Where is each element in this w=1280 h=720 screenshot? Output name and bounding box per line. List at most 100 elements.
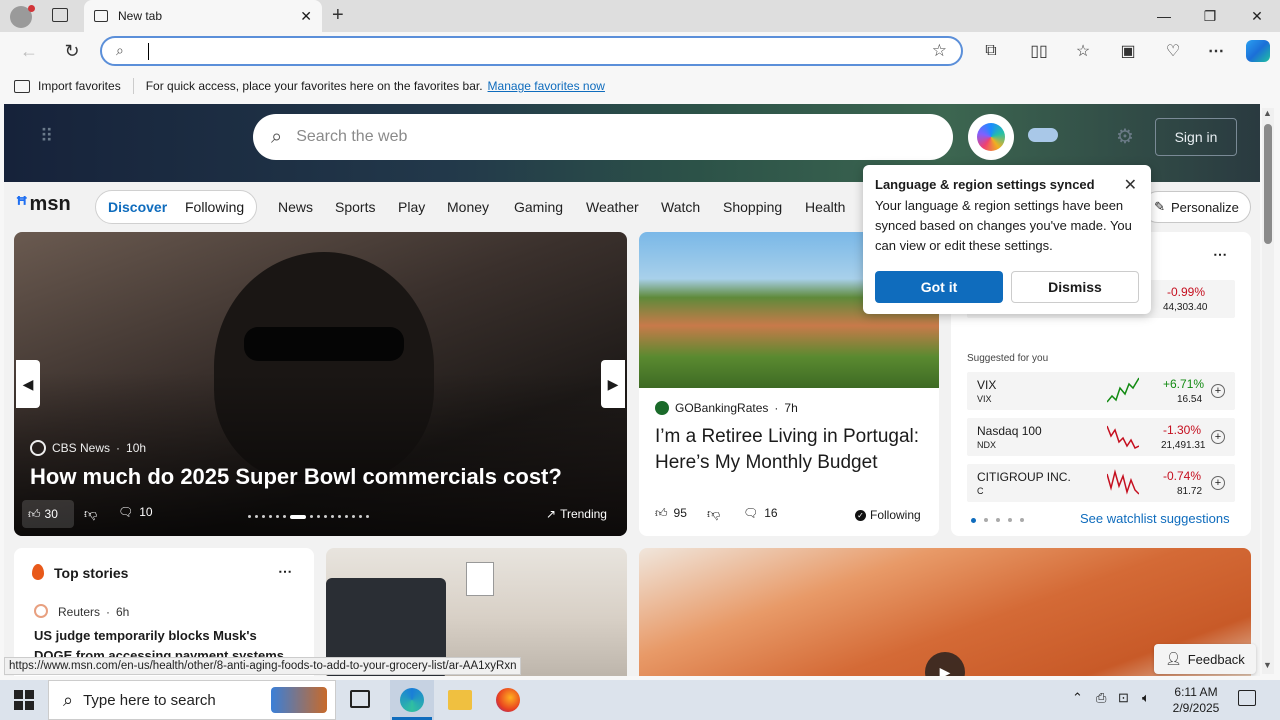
windows-start-icon[interactable] — [14, 690, 34, 710]
stock-change: +6.71% — [1163, 377, 1205, 391]
import-favorites-button[interactable]: Import favorites — [38, 79, 121, 93]
stock-row-vix[interactable]: VIX VIX +6.71% 16.54 + — [967, 372, 1235, 410]
nav-play[interactable]: Play — [398, 199, 425, 215]
notifications-icon[interactable] — [1238, 690, 1256, 706]
favbar-hint: For quick access, place your favorites h… — [145, 79, 483, 93]
close-window-button[interactable]: ✕ — [1234, 0, 1280, 32]
taskbar-search-box[interactable]: ⌕ Type here to search — [48, 680, 336, 720]
add-stock-icon[interactable]: + — [1211, 430, 1225, 444]
add-stock-icon[interactable]: + — [1211, 476, 1225, 490]
sign-in-button[interactable]: Sign in — [1155, 118, 1237, 156]
watchlist-more-icon[interactable]: ⋯ — [1213, 246, 1227, 263]
file-explorer-icon[interactable] — [448, 690, 472, 710]
minimize-button[interactable]: — — [1141, 0, 1187, 32]
scroll-down-icon[interactable]: ▼ — [1263, 660, 1272, 670]
network-icon[interactable]: ⊡ — [1118, 690, 1129, 706]
hero-source: CBS News — [52, 441, 111, 455]
page-settings-gear-icon[interactable]: ⚙ — [1116, 124, 1134, 149]
play-video-icon[interactable]: ▶ — [925, 652, 965, 676]
got-it-button[interactable]: Got it — [875, 271, 1003, 303]
article2-comment-button[interactable]: 🗨︎ 16 — [743, 506, 778, 520]
browser-essentials-icon[interactable]: ♡ — [1160, 40, 1186, 62]
carousel-dots[interactable] — [248, 515, 398, 519]
edge-icon — [400, 688, 424, 712]
restore-button[interactable]: ❐ — [1187, 0, 1233, 32]
article2-like-button[interactable]: 👍︎ 95 — [655, 506, 687, 521]
watchlist-pager[interactable] — [971, 518, 1024, 523]
carousel-prev-button[interactable]: ◀ — [16, 360, 40, 408]
carousel-next-button[interactable]: ▶ — [601, 360, 625, 408]
stock-change: -1.30% — [1163, 423, 1202, 437]
address-bar[interactable]: ⌕ ☆ — [100, 36, 963, 66]
page-scrollbar[interactable]: ▲ ▼ — [1262, 108, 1274, 674]
nav-news[interactable]: News — [278, 199, 313, 215]
feedback-icon: 👤︎ — [1165, 651, 1182, 666]
active-tab[interactable]: New tab ✕ — [84, 0, 322, 32]
extensions-icon[interactable]: ⧉ — [978, 40, 1004, 62]
hero-title[interactable]: How much do 2025 Super Bowl commercials … — [30, 464, 562, 490]
favorite-star-icon[interactable]: ☆ — [932, 41, 947, 61]
taskbar-clock[interactable]: 6:11 AM 2/9/2025 — [1168, 684, 1224, 716]
cbs-logo-icon — [30, 440, 46, 456]
manage-favorites-link[interactable]: Manage favorites now — [488, 79, 605, 93]
hero-likes: 30 — [44, 507, 58, 521]
nav-watch[interactable]: Watch — [661, 199, 700, 215]
stock-name: VIX — [977, 378, 997, 392]
add-stock-icon[interactable]: + — [1211, 384, 1225, 398]
nav-gaming[interactable]: Gaming — [514, 199, 563, 215]
copilot-search-button[interactable] — [968, 114, 1014, 160]
tab-following[interactable]: Following — [185, 199, 244, 215]
tab-actions-icon[interactable] — [52, 8, 68, 22]
nav-shopping[interactable]: Shopping — [723, 199, 782, 215]
tray-device-icon[interactable]: ⎙ — [1096, 690, 1106, 706]
personalize-button[interactable]: ✎ Personalize — [1142, 191, 1251, 223]
see-watchlist-link[interactable]: See watchlist suggestions — [1080, 511, 1230, 526]
scrollbar-thumb[interactable] — [1264, 124, 1272, 244]
web-search-box[interactable]: ⌕ Search the web — [253, 114, 953, 160]
thumbs-down-icon[interactable]: 👎︎ — [84, 506, 97, 522]
new-tab-page-icon — [94, 10, 108, 22]
stock-name: CITIGROUP INC. — [977, 470, 1071, 484]
nav-health[interactable]: Health — [805, 199, 845, 215]
article2-title[interactable]: I’m a Retiree Living in Portugal: Here’s… — [655, 424, 931, 476]
feedback-button[interactable]: 👤︎ Feedback — [1154, 644, 1256, 674]
following-badge[interactable]: ✓ Following — [855, 508, 921, 522]
collections-icon[interactable]: ▣ — [1115, 40, 1141, 62]
article2-source: GOBankingRates — [675, 401, 769, 415]
volume-icon[interactable]: 🔈︎ — [1142, 690, 1150, 706]
taskbar-edge-button[interactable] — [390, 680, 434, 720]
scroll-up-icon[interactable]: ▲ — [1263, 108, 1272, 118]
copilot-icon[interactable] — [1246, 40, 1270, 62]
hero-like-button[interactable]: 👍︎ 30 — [22, 500, 74, 528]
thumbs-down-icon[interactable]: 👎︎ — [707, 506, 720, 522]
stock-ticker: VIX — [977, 394, 992, 404]
msn-logo[interactable]: ꟸ msn — [16, 192, 71, 217]
settings-more-icon[interactable]: ⋯ — [1203, 40, 1229, 62]
back-icon[interactable]: ← — [16, 40, 42, 62]
tab-discover[interactable]: Discover — [108, 199, 167, 215]
task-view-icon[interactable] — [350, 690, 370, 708]
new-tab-button[interactable]: + — [332, 4, 344, 27]
favorites-icon[interactable]: ☆ — [1070, 40, 1096, 62]
split-screen-icon[interactable]: ▯▯ — [1026, 40, 1052, 62]
stock-row-ndx[interactable]: Nasdaq 100 NDX -1.30% 21,491.31 + — [967, 418, 1235, 456]
nav-sports[interactable]: Sports — [335, 199, 375, 215]
nav-money[interactable]: Money — [447, 199, 489, 215]
nav-weather[interactable]: Weather — [586, 199, 639, 215]
tray-chevron-icon[interactable]: ⌃ — [1072, 690, 1083, 706]
popup-close-icon[interactable]: ✕ — [1124, 175, 1137, 195]
search-icon: ⌕ — [116, 42, 124, 58]
dismiss-button[interactable]: Dismiss — [1011, 271, 1139, 303]
profile-alert-dot — [28, 5, 35, 12]
close-tab-icon[interactable]: ✕ — [300, 8, 312, 25]
top-stories-more-icon[interactable]: ⋯ — [278, 563, 292, 580]
firefox-icon[interactable] — [496, 688, 520, 712]
hero-time: 10h — [126, 441, 147, 455]
story-time: 6h — [116, 605, 130, 619]
weather-cloud-icon[interactable] — [1028, 128, 1058, 142]
refresh-icon[interactable]: ↻ — [59, 40, 85, 62]
apps-grid-icon[interactable]: ⠿ — [40, 126, 55, 147]
hero-comment-button[interactable]: 🗨︎ 10 — [118, 505, 153, 519]
stock-row-citi[interactable]: CITIGROUP INC. C -0.74% 81.72 + — [967, 464, 1235, 502]
hero-article-card[interactable]: ◀ ▶ CBS News · 10h How much do 2025 Supe… — [14, 232, 627, 536]
